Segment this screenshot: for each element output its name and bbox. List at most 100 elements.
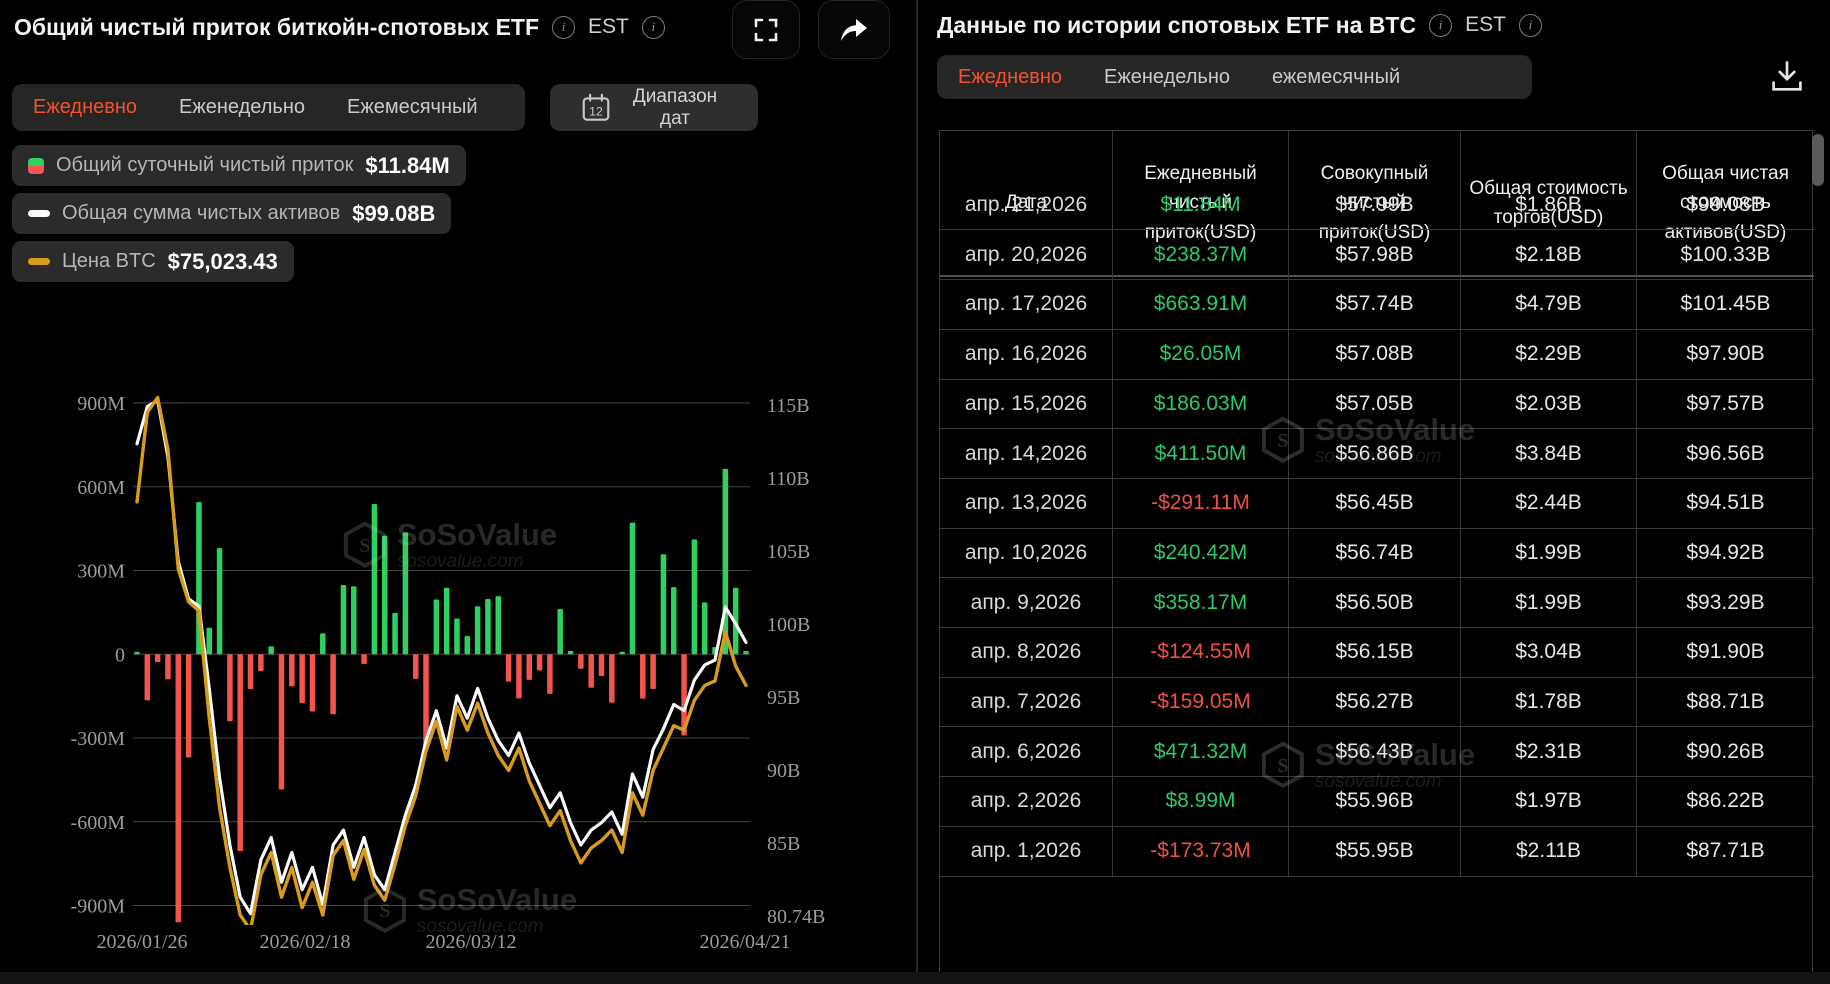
tab-еженедельно[interactable]: Еженедельно (1083, 66, 1251, 89)
value-cell: $56.43B (1289, 727, 1461, 777)
daily-netflow-bar (588, 654, 594, 688)
tab-ежедневно[interactable]: Ежедневно (937, 66, 1083, 89)
daily-netflow-bar (650, 654, 656, 689)
chart-legend: Общий суточный чистый приток $11.84M Общая… (12, 145, 466, 282)
tab-ежедневно[interactable]: Ежедневно (12, 96, 158, 119)
daily-netflow-bar (526, 654, 532, 680)
left-axis-tick: 300M (77, 561, 125, 583)
download-icon (1768, 58, 1806, 96)
daily-netflow-bar (186, 654, 192, 757)
value-cell: $240.42M (1113, 529, 1289, 579)
value-cell: $86.22B (1637, 777, 1814, 827)
daily-netflow-bar (537, 654, 543, 670)
value-cell: $57.99B (1289, 181, 1461, 231)
right-axis-tick: 85B (767, 833, 800, 855)
value-cell: $1.86B (1461, 181, 1637, 231)
left-axis-tick: -600M (71, 812, 126, 834)
info-icon[interactable]: i (1429, 14, 1452, 37)
value-cell: $663.91M (1113, 280, 1289, 330)
daily-netflow-bar (320, 633, 326, 654)
daily-netflow-bar (372, 504, 378, 654)
daily-netflow-bar (692, 539, 698, 654)
right-axis-tick: 95B (767, 687, 800, 709)
daily-netflow-bar (640, 654, 646, 698)
orange-line-marker-icon (28, 258, 50, 265)
daily-netflow-bar (516, 654, 522, 698)
date-cell: апр. 21,2026 (940, 181, 1113, 231)
value-cell: $1.99B (1461, 529, 1637, 579)
timezone-label: EST (588, 15, 629, 39)
value-cell: $2.03B (1461, 380, 1637, 430)
daily-netflow-bar (599, 654, 605, 676)
fullscreen-button[interactable] (732, 0, 800, 59)
right-tab-bar: ЕжедневноЕженедельноежемесячный (937, 55, 1532, 99)
value-cell: $90.26B (1637, 727, 1814, 777)
tab-еженедельно[interactable]: Еженедельно (158, 96, 326, 119)
value-cell: $26.05M (1113, 330, 1289, 380)
daily-netflow-bar (382, 536, 388, 655)
daily-netflow-bar (268, 646, 274, 654)
date-cell: апр. 14,2026 (940, 429, 1113, 479)
daily-netflow-bar (403, 533, 409, 655)
daily-netflow-bar (557, 609, 563, 654)
legend-value: $11.84M (365, 153, 449, 179)
share-button[interactable] (818, 0, 890, 59)
value-cell: $3.04B (1461, 628, 1637, 678)
tab-ежемесячный[interactable]: Ежемесячный (326, 96, 499, 119)
table-scrollbar-thumb[interactable] (1812, 134, 1824, 186)
info-icon[interactable]: i (552, 16, 575, 39)
daily-netflow-bar (723, 469, 729, 654)
download-button[interactable] (1768, 58, 1806, 101)
daily-netflow-bar (351, 586, 357, 654)
legend-item-split[interactable]: Общий суточный чистый приток $11.84M (12, 145, 466, 186)
info-icon[interactable]: i (1519, 14, 1542, 37)
legend-label: Общий суточный чистый приток (56, 154, 353, 177)
daily-netflow-bar (454, 619, 460, 655)
tab-ежемесячный[interactable]: ежемесячный (1251, 66, 1421, 89)
left-axis-tick: 900M (77, 393, 125, 415)
value-cell: -$159.05M (1113, 678, 1289, 728)
date-cell: апр. 16,2026 (940, 330, 1113, 380)
daily-netflow-bar (392, 613, 398, 654)
value-cell: $1.97B (1461, 777, 1637, 827)
value-cell: $97.57B (1637, 380, 1814, 430)
daily-netflow-bar (289, 654, 295, 686)
value-cell: $1.99B (1461, 578, 1637, 628)
x-axis-tick: 2026/01/26 (96, 931, 187, 953)
daily-netflow-bar (413, 654, 419, 679)
daily-netflow-bar (237, 654, 243, 851)
left-axis-tick: 600M (77, 477, 125, 499)
x-axis-tick: 2026/04/21 (699, 931, 790, 953)
left-axis-tick: -900M (71, 896, 126, 918)
legend-item-white[interactable]: Общая сумма чистых активов$99.08B (12, 193, 451, 234)
date-cell: апр. 6,2026 (940, 727, 1113, 777)
daily-netflow-bar (578, 654, 584, 669)
value-cell: $88.71B (1637, 678, 1814, 728)
daily-netflow-bar (258, 654, 264, 671)
date-range-button[interactable]: 12 Диапазон дат (550, 84, 758, 131)
daily-netflow-bar (279, 654, 285, 789)
daily-netflow-bar (361, 654, 367, 664)
info-icon[interactable]: i (642, 16, 665, 39)
value-cell: $2.31B (1461, 727, 1637, 777)
value-cell: $8.99M (1113, 777, 1289, 827)
left-tab-bar: ЕжедневноЕженедельноЕжемесячный (12, 84, 525, 131)
date-cell: апр. 10,2026 (940, 529, 1113, 579)
value-cell: $56.50B (1289, 578, 1461, 628)
daily-netflow-bar (485, 599, 491, 654)
value-cell: $2.18B (1461, 230, 1637, 280)
value-cell: $2.29B (1461, 330, 1637, 380)
value-cell: $96.56B (1637, 429, 1814, 479)
etf-flow-chart[interactable]: 900M600M300M0-300M-600M-900M115B110B105B… (55, 340, 830, 984)
value-cell: $100.33B (1637, 230, 1814, 280)
x-axis-tick: 2026/03/12 (425, 931, 516, 953)
legend-label: Общая сумма чистых активов (62, 202, 340, 225)
value-cell: $2.11B (1461, 827, 1637, 877)
table-title: Данные по истории спотовых ETF на BTC (937, 12, 1416, 39)
value-cell: $57.98B (1289, 230, 1461, 280)
daily-netflow-bar (341, 585, 347, 654)
daily-netflow-bar (176, 654, 182, 922)
value-cell: $55.96B (1289, 777, 1461, 827)
legend-item-orange[interactable]: Цена BTC$75,023.43 (12, 241, 294, 282)
panel-divider (916, 0, 918, 984)
